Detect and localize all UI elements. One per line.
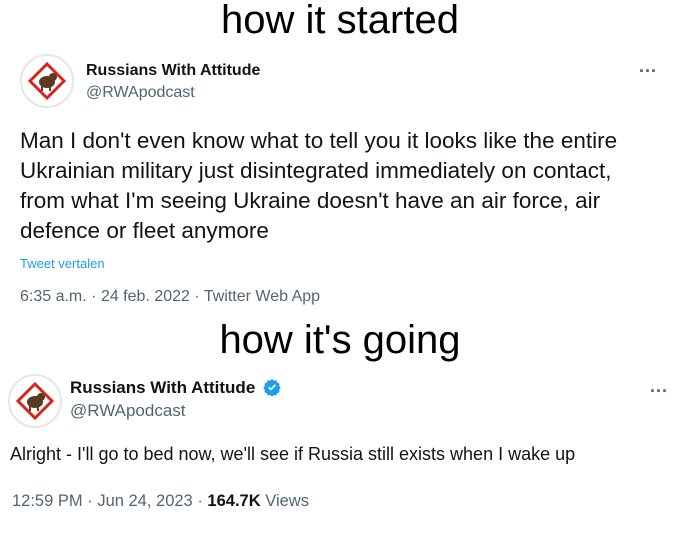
more-options-icon[interactable]: ... (639, 56, 657, 77)
tweet-source[interactable]: Twitter Web App (204, 288, 320, 305)
avatar[interactable] (8, 374, 62, 428)
views-label: Views (265, 492, 309, 510)
tweet-time[interactable]: 12:59 PM (12, 492, 83, 510)
author-name-text[interactable]: Russians With Attitude (70, 378, 255, 397)
caption-how-it-started: how it started (221, 0, 459, 42)
tweet-text: Man I don't even know what to tell you i… (20, 128, 618, 243)
translate-link[interactable]: Tweet vertalen (20, 256, 105, 271)
rwa-logo-icon (27, 61, 67, 101)
caption-how-its-going: how it's going (219, 318, 461, 362)
author-name[interactable]: Russians With Attitude (86, 62, 260, 80)
avatar[interactable] (20, 54, 74, 108)
tweet-time[interactable]: 6:35 a.m. (20, 288, 87, 305)
author-handle[interactable]: @RWApodcast (70, 401, 186, 421)
separator: · (197, 492, 208, 510)
author-handle[interactable]: @RWApodcast (86, 84, 195, 102)
more-options-icon[interactable]: ... (650, 376, 668, 397)
tweet-date[interactable]: Jun 24, 2023 (97, 492, 192, 510)
tweet-meta: 12:59 PM · Jun 24, 2023 · 164.7K Views (12, 492, 309, 511)
tweet-card-going[interactable]: Russians With Attitude @RWApodcast ... A… (8, 372, 670, 522)
views-count[interactable]: 164.7K (207, 492, 260, 510)
separator: · (87, 492, 98, 510)
tweet-date[interactable]: 24 feb. 2022 (101, 288, 190, 305)
tweet-text: Alright - I'll go to bed now, we'll see … (10, 444, 576, 464)
separator: · (91, 288, 101, 305)
tweet-card-started[interactable]: Russians With Attitude @RWApodcast ... M… (20, 52, 665, 314)
verified-badge-icon (263, 379, 281, 396)
separator: · (194, 288, 204, 305)
rwa-logo-icon (15, 381, 55, 421)
tweet-meta: 6:35 a.m. · 24 feb. 2022 · Twitter Web A… (20, 288, 320, 306)
author-name[interactable]: Russians With Attitude (70, 378, 281, 398)
